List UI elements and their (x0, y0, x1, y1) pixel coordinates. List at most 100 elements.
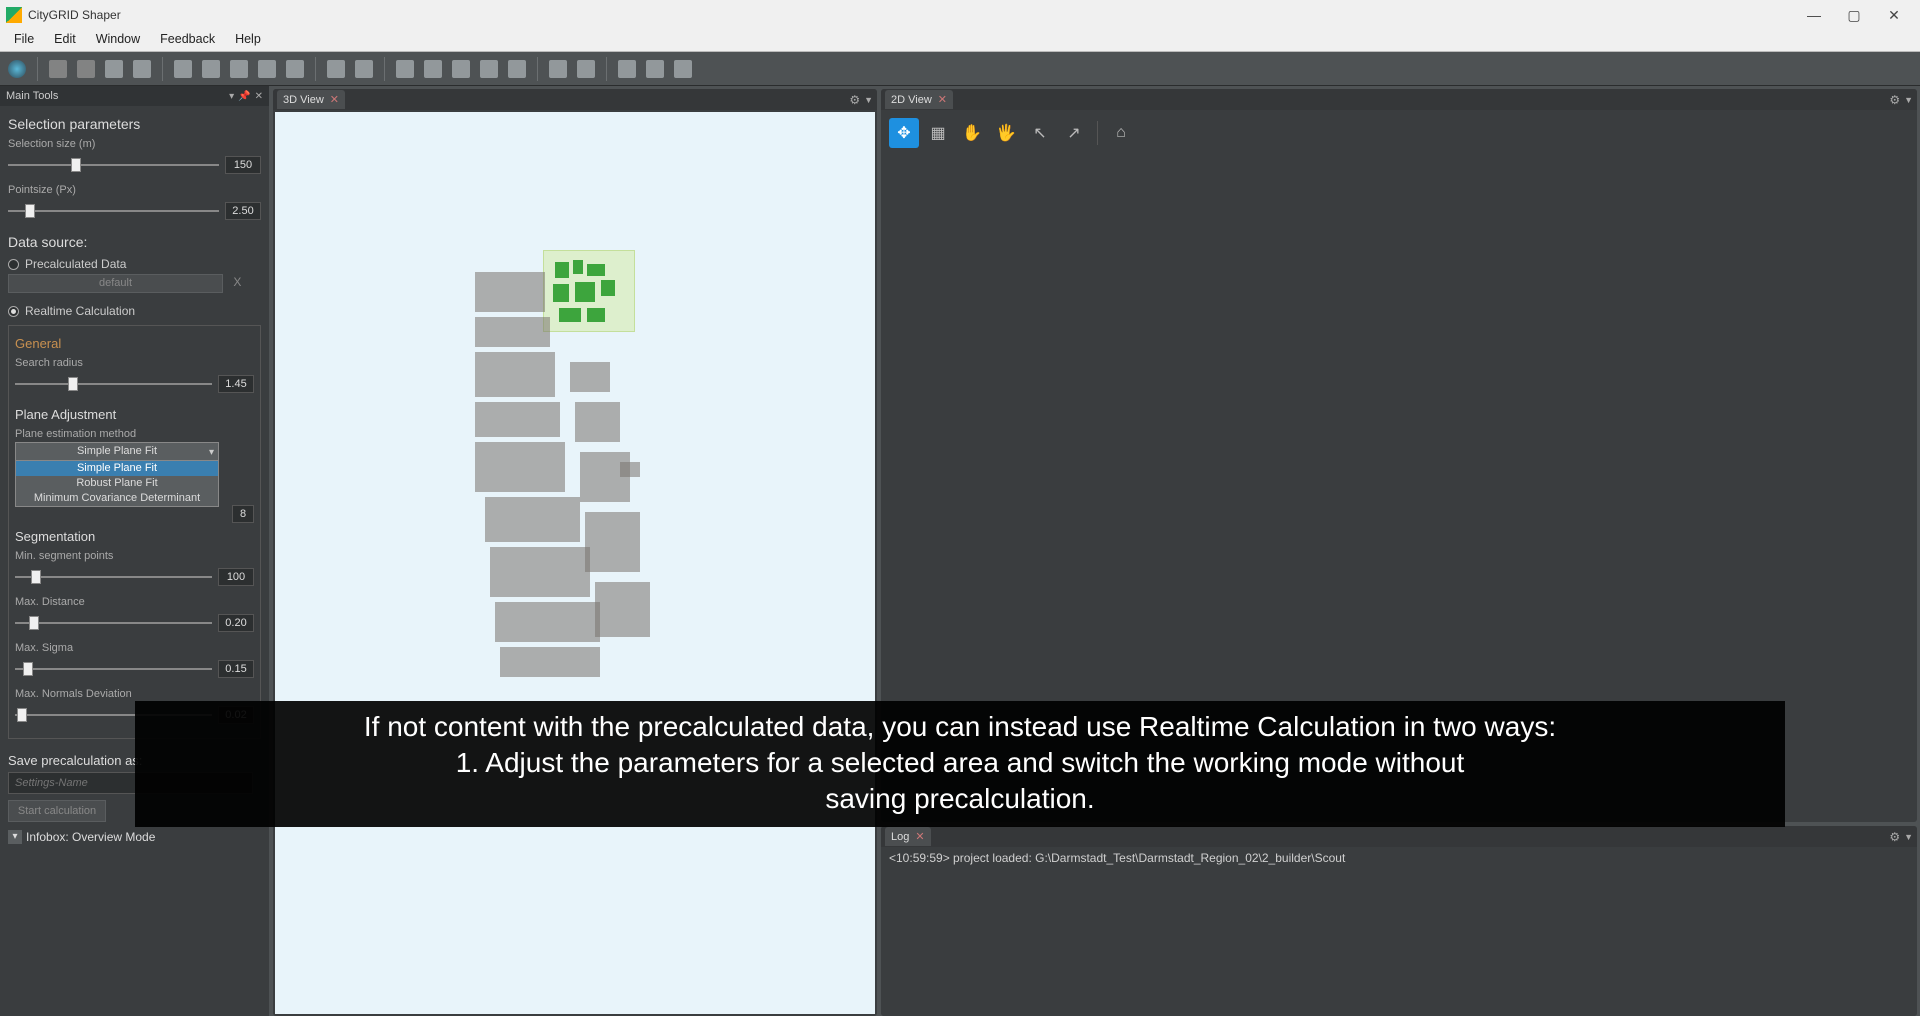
toolbar-2d: ✥ ▦ ✋ 🖐 ↖ ↗ ⌂ (887, 116, 1138, 150)
precalc-label: Precalculated Data (25, 257, 126, 271)
pointsize-slider[interactable] (8, 202, 219, 220)
tab-2d[interactable]: 2D View ✕ (885, 90, 953, 109)
menu-feedback[interactable]: Feedback (150, 30, 225, 51)
selection-params-heading: Selection parameters (8, 110, 261, 136)
pan-tool-icon[interactable]: ✋ (957, 118, 987, 148)
menu-file[interactable]: File (4, 30, 44, 51)
home-icon[interactable] (4, 56, 30, 82)
tab-3d[interactable]: 3D View ✕ (277, 90, 345, 109)
pick2-tool-icon[interactable]: ↗ (1059, 118, 1089, 148)
plane-side-value[interactable]: 8 (232, 505, 254, 523)
grab-tool-icon[interactable]: 🖐 (991, 118, 1021, 148)
tab-log-label: Log (891, 831, 909, 843)
start-calc-button[interactable]: Start calculation (8, 800, 106, 822)
panel-close-icon[interactable]: ✕ (255, 91, 263, 102)
undo-icon[interactable] (45, 56, 71, 82)
search-radius-slider[interactable] (15, 375, 212, 393)
main-tools-panel: Main Tools ▾ 📌 ✕ Selection parameters Se… (0, 86, 269, 1016)
pick-tool-icon[interactable]: ↖ (1025, 118, 1055, 148)
max-sigma-value[interactable]: 0.15 (218, 660, 254, 678)
plane-option-simple[interactable]: Simple Plane Fit (16, 461, 218, 476)
min-pts-value[interactable]: 100 (218, 568, 254, 586)
tri-a-icon[interactable] (323, 56, 349, 82)
redo-icon[interactable] (73, 56, 99, 82)
log-gear-icon[interactable]: ⚙ (1885, 830, 1904, 844)
underline-icon[interactable] (101, 56, 127, 82)
tri-b-icon[interactable] (351, 56, 377, 82)
precalc-clear-button[interactable]: X (226, 275, 248, 289)
tabbar-3d: 3D View ✕ ⚙ ▼ (273, 89, 877, 110)
tab-log-close-icon[interactable]: ✕ (915, 830, 924, 843)
roof-b-icon[interactable] (476, 56, 502, 82)
infobox-label: Infobox: Overview Mode (26, 830, 155, 844)
subtitle-line-3: saving precalculation. (155, 781, 1765, 817)
mesh-a-icon[interactable] (545, 56, 571, 82)
minimize-button[interactable]: — (1794, 0, 1834, 30)
view3d-menu-icon[interactable]: ▼ (864, 95, 873, 105)
select-poly-icon[interactable] (198, 56, 224, 82)
plane-method-combo[interactable]: Simple Plane Fit (15, 442, 219, 461)
app-title: CityGRID Shaper (28, 8, 121, 22)
house-icon[interactable] (282, 56, 308, 82)
menu-help[interactable]: Help (225, 30, 271, 51)
mesh-b-icon[interactable] (573, 56, 599, 82)
close-window-button[interactable]: ✕ (1874, 0, 1914, 30)
move-tool-icon[interactable]: ✥ (889, 118, 919, 148)
realtime-radio-row[interactable]: Realtime Calculation (8, 301, 261, 321)
tab-2d-label: 2D View (891, 94, 932, 106)
select-rect-icon[interactable] (170, 56, 196, 82)
log-line: <10:59:59> project loaded: G:\Darmstadt_… (889, 851, 1909, 865)
panel-menu-icon[interactable]: ▾ (229, 91, 234, 102)
tab-2d-close-icon[interactable]: ✕ (938, 93, 947, 106)
chart-a-icon[interactable] (614, 56, 640, 82)
realtime-radio[interactable] (8, 306, 19, 317)
segmentation-heading: Segmentation (15, 523, 254, 548)
panel-header: Main Tools ▾ 📌 ✕ (0, 86, 269, 106)
views-area: 3D View ✕ ⚙ ▼ (269, 86, 1920, 1016)
selection-size-value[interactable]: 150 (225, 156, 261, 174)
log-menu-icon[interactable]: ▼ (1904, 832, 1913, 842)
canvas-3d[interactable] (275, 112, 875, 1014)
precalc-radio[interactable] (8, 259, 19, 270)
link-icon[interactable] (129, 56, 155, 82)
view2d-menu-icon[interactable]: ▼ (1904, 95, 1913, 105)
panel-pin-icon[interactable]: 📌 (238, 91, 250, 102)
pointcloud (475, 262, 685, 682)
pointsize-value[interactable]: 2.50 (225, 202, 261, 220)
tab-3d-close-icon[interactable]: ✕ (330, 93, 339, 106)
face-icon[interactable] (254, 56, 280, 82)
export-icon[interactable] (670, 56, 696, 82)
view2d-gear-icon[interactable]: ⚙ (1885, 93, 1904, 107)
max-dist-label: Max. Distance (15, 594, 254, 610)
tab-log[interactable]: Log ✕ (885, 827, 931, 846)
menu-window[interactable]: Window (86, 30, 150, 51)
max-dist-slider[interactable] (15, 614, 212, 632)
edge-icon[interactable] (226, 56, 252, 82)
disclose-icon[interactable]: ▾ (8, 830, 22, 844)
maximize-button[interactable]: ▢ (1834, 0, 1874, 30)
home-2d-icon[interactable]: ⌂ (1106, 118, 1136, 148)
plane-option-mincov[interactable]: Minimum Covariance Determinant (16, 491, 218, 506)
slope-icon[interactable] (420, 56, 446, 82)
box-icon[interactable] (392, 56, 418, 82)
realtime-subframe: General Search radius 1.45 Plane Adjustm… (8, 325, 261, 739)
max-dist-value[interactable]: 0.20 (218, 614, 254, 632)
precalc-radio-row[interactable]: Precalculated Data (8, 254, 261, 274)
data-source-heading: Data source: (8, 228, 261, 254)
max-sigma-slider[interactable] (15, 660, 212, 678)
tab-3d-label: 3D View (283, 94, 324, 106)
roof-c-icon[interactable] (504, 56, 530, 82)
search-radius-value[interactable]: 1.45 (218, 375, 254, 393)
log-pane: Log ✕ ⚙ ▼ <10:59:59> project loaded: G:\… (881, 826, 1917, 1016)
max-sigma-label: Max. Sigma (15, 640, 254, 656)
chart-b-icon[interactable] (642, 56, 668, 82)
grid-tool-icon[interactable]: ▦ (923, 118, 953, 148)
log-body: <10:59:59> project loaded: G:\Darmstadt_… (881, 847, 1917, 1016)
plane-option-robust[interactable]: Robust Plane Fit (16, 476, 218, 491)
pointsize-label: Pointsize (Px) (8, 182, 261, 198)
view3d-gear-icon[interactable]: ⚙ (845, 93, 864, 107)
min-pts-slider[interactable] (15, 568, 212, 586)
selection-size-slider[interactable] (8, 156, 219, 174)
menu-edit[interactable]: Edit (44, 30, 86, 51)
roof-a-icon[interactable] (448, 56, 474, 82)
